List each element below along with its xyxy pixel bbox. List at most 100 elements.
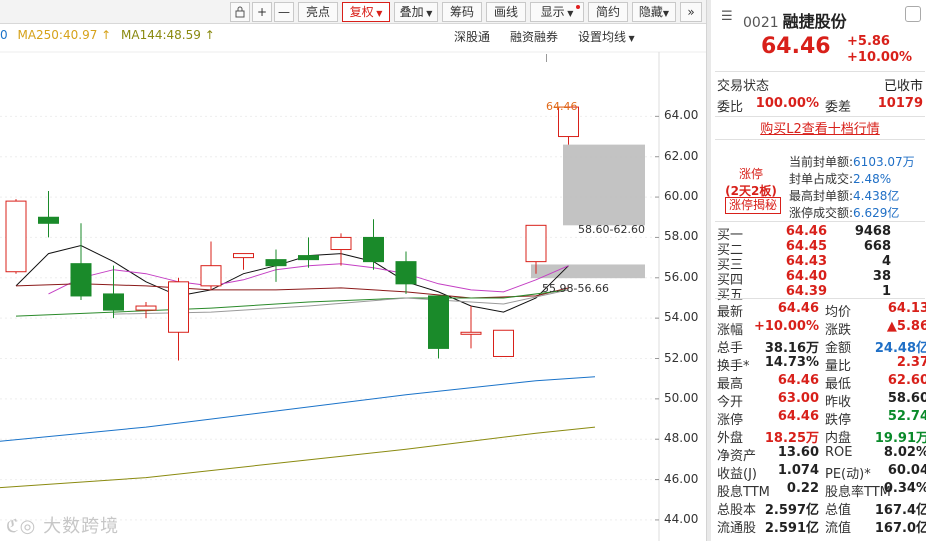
- bid-ratio-row: 委比 100.00% 委差 10179: [717, 96, 923, 115]
- candle-body: [38, 216, 59, 224]
- stat-value: 167.0亿: [874, 521, 926, 536]
- candle-body: [200, 265, 222, 287]
- stat-value: 0.22: [786, 481, 819, 496]
- lock-button[interactable]: [230, 2, 250, 22]
- ma144-line: [0, 426, 596, 489]
- divider: [715, 298, 925, 299]
- stat-label: 总手: [717, 341, 744, 356]
- stat-label: 昨收: [825, 395, 852, 410]
- stat-value: 63.00: [777, 391, 819, 406]
- candle-body: [135, 305, 157, 311]
- caret-down-icon: ▼: [662, 9, 670, 18]
- stat-label: 总值: [825, 503, 852, 518]
- kline-chart[interactable]: 0 MA250:40.97 ↑ MA144:48.59 ↑ 深股通 融资融券 设…: [0, 24, 706, 541]
- y-tick-label: 54.00: [664, 310, 699, 325]
- simple-button[interactable]: 简约: [588, 2, 628, 22]
- stat-label: 内盘: [825, 431, 852, 446]
- stat-value: 13.60: [777, 445, 819, 460]
- panel-splitter[interactable]: [707, 0, 711, 541]
- candle-body: [493, 329, 514, 357]
- zoom-out-button[interactable]: —: [274, 2, 294, 22]
- divider: [715, 71, 925, 72]
- stat-label: 涨停: [717, 413, 744, 428]
- caret-down-icon: ▼: [373, 9, 383, 18]
- bid-price: 64.39: [785, 284, 827, 299]
- zoom-in-button[interactable]: +: [252, 2, 272, 22]
- bid-row[interactable]: 买三 64.43 4: [717, 254, 923, 273]
- limit-up-tag: 涨停 (2天2板): [725, 167, 777, 198]
- stat-value: 38.16万: [764, 341, 819, 356]
- candle-body: [265, 259, 287, 267]
- bid-row[interactable]: 买四 64.40 38: [717, 269, 923, 288]
- candle-body: [298, 255, 319, 261]
- bid-row[interactable]: 买一 64.46 9468: [717, 224, 923, 243]
- candle-body: [168, 281, 189, 333]
- y-tick-label: 60.00: [664, 189, 699, 204]
- stat-value: 52.74: [887, 409, 926, 424]
- stat-row: 涨停 64.46 跌停 52.74: [717, 409, 926, 428]
- price-marker-label: 64.46: [546, 100, 578, 114]
- stat-value: 64.46: [777, 409, 819, 424]
- stat-value: 64.46: [777, 373, 819, 388]
- stat-value: 14.73%: [764, 355, 819, 370]
- draw-line-button[interactable]: 画线: [486, 2, 526, 22]
- stat-label: 流值: [825, 521, 852, 536]
- limit-up-reveal-button[interactable]: 涨停揭秘: [725, 197, 781, 214]
- chips-button[interactable]: 筹码: [442, 2, 482, 22]
- seal-row: 封单占成交:2.48%: [789, 172, 892, 186]
- stat-label: 最高: [717, 377, 744, 392]
- highlight-button[interactable]: 亮点: [298, 2, 338, 22]
- stat-label: 金额: [825, 341, 852, 356]
- stat-value: 167.4亿: [874, 503, 926, 518]
- adjust-dropdown[interactable]: 复权 ▼: [342, 2, 390, 22]
- stat-row: 最新 64.46 均价 64.13: [717, 301, 926, 320]
- stat-value: 0.34%: [883, 481, 926, 496]
- settings-box-icon[interactable]: [905, 6, 921, 22]
- stat-value: 1.074: [777, 463, 819, 478]
- stat-label: 外盘: [717, 431, 744, 446]
- y-tick-label: 44.00: [664, 511, 699, 526]
- candle-body: [428, 295, 449, 349]
- menu-icon[interactable]: ☰: [721, 9, 733, 24]
- trade-status-row: 交易状态 已收市: [717, 79, 923, 94]
- quote-panel: ☰ 0021 融捷股份 64.46 +5.86 +10.00% 交易状态 已收市 …: [706, 0, 926, 541]
- y-tick-label: 52.00: [664, 350, 699, 365]
- bid-qty: 38: [872, 269, 891, 284]
- stat-value: ▲5.86: [886, 319, 926, 334]
- y-tick-label: 48.00: [664, 431, 699, 446]
- caret-down-icon: ▼: [564, 9, 574, 18]
- seal-row: 涨停成交额:6.629亿: [789, 206, 900, 220]
- stat-value: 62.60: [887, 373, 926, 388]
- stat-label: 跌停: [825, 413, 852, 428]
- stat-label: 涨幅: [717, 323, 744, 338]
- stat-label: 均价: [825, 305, 852, 320]
- display-dropdown[interactable]: 显示 ▼: [530, 2, 584, 22]
- stat-label: 量比: [825, 359, 852, 374]
- hide-button[interactable]: 隐藏▼: [632, 2, 676, 22]
- stat-row: 外盘 18.25万 内盘 19.91万: [717, 427, 926, 446]
- watermark: ℭ◎ 大数跨境: [6, 516, 120, 537]
- stat-row: 净资产 13.60 ROE 8.02%: [717, 445, 926, 464]
- stock-header: ☰ 0021 融捷股份 64.46 +5.86 +10.00%: [715, 0, 926, 70]
- lock-icon: [234, 6, 246, 21]
- stat-value: 18.25万: [764, 431, 819, 446]
- bid-row[interactable]: 买二 64.45 668: [717, 239, 923, 258]
- bid-price: 64.40: [785, 269, 827, 284]
- overlay-dropdown[interactable]: 叠加 ▼: [394, 2, 438, 22]
- price-change-pct: +10.00%: [847, 50, 913, 65]
- more-button[interactable]: »: [680, 2, 702, 22]
- seal-row: 最高封单额:4.438亿: [789, 189, 900, 203]
- bid-qty: 4: [881, 254, 891, 269]
- buy-l2-link[interactable]: 购买L2查看十档行情: [717, 118, 923, 137]
- candle-body: [525, 224, 547, 263]
- stat-value: 60.04: [887, 463, 926, 478]
- y-tick-label: 50.00: [664, 390, 699, 405]
- notice-dot: [576, 5, 580, 9]
- stat-value: 2.591亿: [764, 521, 819, 536]
- price-change: +5.86: [847, 34, 890, 49]
- stat-row: 最高 64.46 最低 62.60: [717, 373, 926, 392]
- stat-value: 58.60: [887, 391, 926, 406]
- bid-qty: 9468: [854, 224, 891, 239]
- stat-value: +10.00%: [753, 319, 819, 334]
- stock-code: 0021: [743, 15, 779, 31]
